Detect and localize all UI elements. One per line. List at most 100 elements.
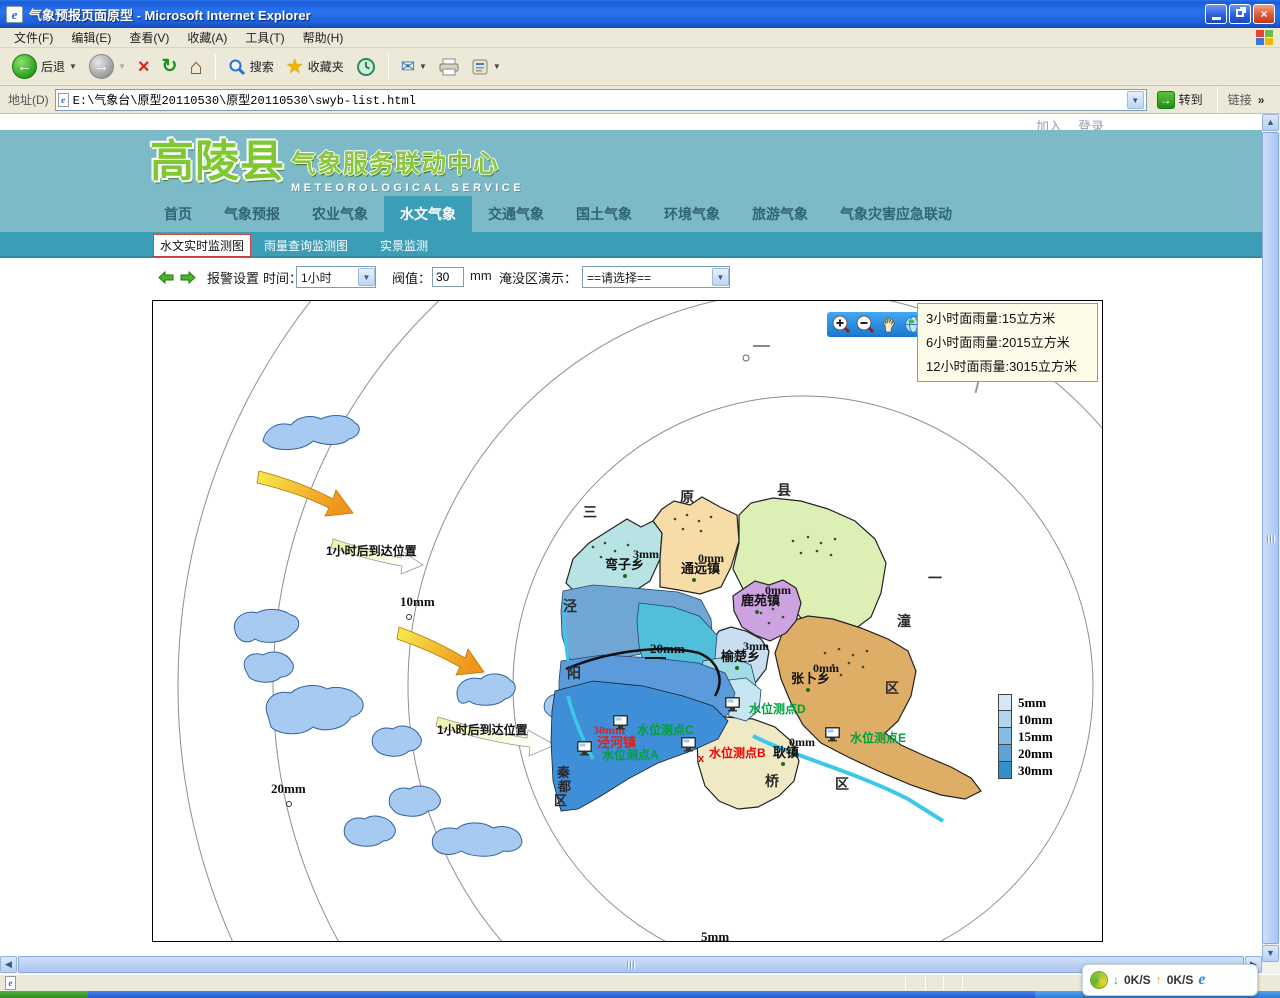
upload-arrow-icon: ↑: [1156, 973, 1162, 987]
subnav-live-monitor[interactable]: 实景监测: [380, 237, 428, 254]
mail-icon: ✉: [401, 57, 415, 77]
go-button[interactable]: → 转到: [1153, 91, 1207, 109]
forward-dropdown-icon[interactable]: ▼: [118, 62, 126, 71]
scroll-down-button[interactable]: ▼: [1262, 945, 1279, 962]
title-bar: e 气象预报页面原型 - Microsoft Internet Explorer…: [0, 0, 1280, 28]
search-button[interactable]: 搜索: [224, 56, 278, 78]
station-label-D[interactable]: 水位测点D: [749, 701, 806, 716]
nav-tab-traffic[interactable]: 交通气象: [472, 196, 560, 232]
scroll-up-button[interactable]: ▲: [1262, 114, 1279, 131]
ring5-label: 5mm: [701, 929, 729, 942]
start-button[interactable]: [0, 991, 88, 998]
prev-arrow-icon[interactable]: [158, 271, 174, 284]
station-label-B[interactable]: 水位测点B: [709, 745, 766, 760]
menu-edit[interactable]: 编辑(E): [63, 27, 119, 48]
rain-12h: 12小时面雨量:3015立方米: [926, 355, 1089, 379]
stop-icon: ×: [138, 57, 150, 77]
logo-subtitle: METEOROLOGICAL SERVICE: [291, 182, 524, 194]
map-canvas[interactable]: 1小时后到达位置 1小时后到达位置 20mm: [152, 300, 1103, 942]
ring20-label: 20mm: [271, 781, 306, 796]
rain-value: 3mm: [633, 547, 659, 561]
svg-text:一: 一: [928, 570, 942, 586]
edit-button[interactable]: ▼: [467, 56, 505, 78]
svg-text:秦: 秦: [556, 765, 571, 780]
menu-view[interactable]: 查看(V): [121, 27, 177, 48]
rain-value: 0mm: [698, 551, 724, 565]
sub-nav: 水文实时监测图 雨量查询监测图 实景监测: [0, 232, 1262, 258]
region-zhangbu: [775, 616, 981, 799]
flood-select[interactable]: ==请选择== ▼: [582, 266, 730, 288]
vertical-scrollbar[interactable]: ▲ ▼: [1262, 114, 1280, 974]
address-dropdown-button[interactable]: ▼: [1127, 91, 1144, 109]
nav-tab-tourism[interactable]: 旅游气象: [736, 196, 824, 232]
site-header: 高陵县 气象服务联动中心 METEOROLOGICAL SERVICE: [0, 130, 1262, 196]
ie-window-icon: e: [6, 6, 23, 23]
menu-favorites[interactable]: 收藏(A): [179, 27, 235, 48]
links-label[interactable]: 链接: [1228, 91, 1252, 108]
menu-help[interactable]: 帮助(H): [295, 27, 352, 48]
subnav-rain-query-map[interactable]: 雨量查询监测图: [264, 237, 348, 254]
security-suite-icon: [1090, 971, 1108, 989]
next-arrow-icon[interactable]: [180, 271, 196, 284]
net-speed-widget[interactable]: ↓ 0K/S ↑ 0K/S e: [1082, 964, 1258, 996]
nav-tab-environment[interactable]: 环境气象: [648, 196, 736, 232]
time-select-arrow-icon[interactable]: ▼: [358, 268, 375, 286]
edit-icon: [471, 58, 489, 76]
scroll-left-button[interactable]: ◀: [0, 956, 17, 973]
svg-text:都: 都: [557, 779, 571, 794]
time-select[interactable]: 1小时 ▼: [296, 266, 376, 288]
mail-button[interactable]: ✉▼: [397, 55, 431, 79]
refresh-icon: ↻: [162, 57, 178, 77]
go-label: 转到: [1179, 91, 1203, 108]
history-button[interactable]: [352, 55, 380, 79]
restore-button[interactable]: [1229, 4, 1251, 24]
flood-select-arrow-icon[interactable]: ▼: [712, 268, 729, 286]
address-input[interactable]: e E:\气象台\原型20110530\原型20110530\swyb-list…: [55, 89, 1147, 111]
menu-file[interactable]: 文件(F): [6, 27, 61, 48]
station-label-E[interactable]: 水位测点E: [850, 730, 906, 745]
edit-dropdown-icon[interactable]: ▼: [493, 62, 501, 71]
nav-tab-land[interactable]: 国土气象: [560, 196, 648, 232]
back-button[interactable]: ← 后退 ▼: [8, 52, 81, 81]
address-label: 地址(D): [8, 91, 49, 108]
window-title: 气象预报页面原型 - Microsoft Internet Explorer: [29, 5, 311, 24]
time-select-value: 1小时: [301, 269, 332, 286]
horizontal-scroll-thumb[interactable]: [18, 956, 1244, 973]
legend-item: 30mm: [998, 762, 1053, 779]
station-label-C[interactable]: 水位测点C: [637, 722, 694, 737]
threshold-input[interactable]: [432, 267, 464, 287]
search-label: 搜索: [250, 58, 274, 75]
svg-text:桥: 桥: [765, 773, 780, 789]
legend-swatch: [998, 728, 1012, 745]
menu-tools[interactable]: 工具(T): [237, 27, 292, 48]
nav-tab-home[interactable]: 首页: [148, 196, 208, 232]
subnav-realtime-map[interactable]: 水文实时监测图: [154, 235, 250, 256]
region-tongyuan: [653, 497, 739, 594]
vertical-scroll-thumb[interactable]: [1262, 132, 1279, 944]
close-button[interactable]: ×: [1253, 4, 1275, 24]
back-dropdown-icon[interactable]: ▼: [69, 62, 77, 71]
nav-tab-forecast[interactable]: 气象预报: [208, 196, 296, 232]
print-button[interactable]: [435, 56, 463, 78]
alarm-controls: 报警设置 时间： 1小时 ▼ 阀值： mm 淹没区演示： ==请选择== ▼: [0, 262, 1262, 294]
mail-dropdown-icon[interactable]: ▼: [419, 62, 427, 71]
nav-tab-emergency[interactable]: 气象灾害应急联动: [824, 196, 968, 232]
station-label-A[interactable]: 水位测点A: [602, 747, 659, 762]
minimize-button[interactable]: [1205, 4, 1227, 24]
horizontal-scrollbar[interactable]: ◀ ▶: [0, 956, 1262, 974]
favorites-label: 收藏夹: [308, 58, 344, 75]
favorites-button[interactable]: ★ 收藏夹: [282, 52, 348, 81]
go-arrow-icon: →: [1157, 91, 1175, 109]
pan-hand-button[interactable]: [880, 315, 899, 334]
stop-button[interactable]: ×: [134, 55, 154, 79]
nav-tab-agriculture[interactable]: 农业气象: [296, 196, 384, 232]
zoom-in-button[interactable]: [832, 315, 851, 334]
nav-tab-hydrology[interactable]: 水文气象: [384, 196, 472, 232]
favorites-star-icon: ★: [286, 54, 304, 79]
ie-tray-icon[interactable]: e: [1198, 971, 1205, 989]
links-chevron-icon[interactable]: »: [1258, 93, 1265, 107]
refresh-button[interactable]: ↻: [158, 55, 182, 79]
home-button[interactable]: ⌂: [185, 54, 206, 80]
zoom-out-button[interactable]: [856, 315, 875, 334]
forward-button[interactable]: → ▼: [85, 52, 130, 81]
